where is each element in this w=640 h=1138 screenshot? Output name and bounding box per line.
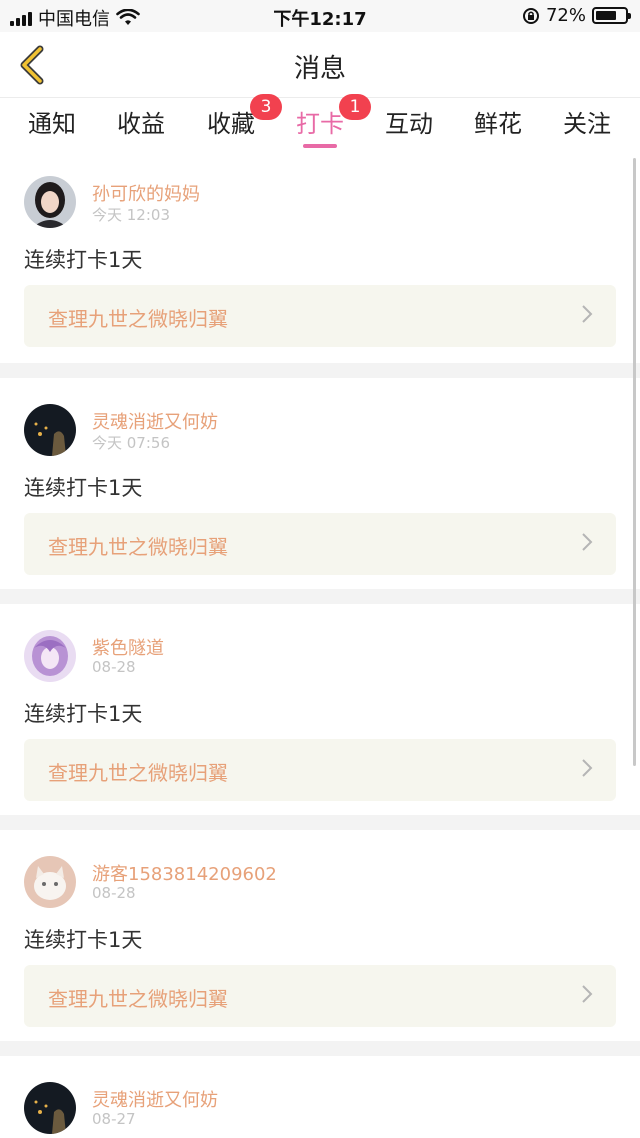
book-link[interactable]: 查理九世之微晓归翼 [24,513,616,575]
message-card: 孙可欣的妈妈 今天 12:03 连续打卡1天 查理九世之微晓归翼 [0,150,640,363]
message-text: 连续打卡1天 [24,248,143,272]
chevron-right-icon [582,533,593,551]
chevron-right-icon [582,305,593,323]
book-link[interactable]: 查理九世之微晓归翼 [24,285,616,347]
tab-label: 打卡 [296,110,344,138]
message-card: 紫色隧道 08-28 连续打卡1天 查理九世之微晓归翼 [0,604,640,815]
message-feed[interactable]: 孙可欣的妈妈 今天 12:03 连续打卡1天 查理九世之微晓归翼 灵魂消逝又何妨… [0,150,640,1138]
message-time: 今天 12:03 [92,206,170,224]
tab-checkin[interactable]: 打卡 1 [275,94,371,148]
book-link[interactable]: 查理九世之微晓归翼 [24,965,616,1027]
user-name[interactable]: 灵魂消逝又何妨 [92,408,218,434]
book-title: 查理九世之微晓归翼 [48,535,228,559]
avatar[interactable] [24,176,76,228]
battery-icon [592,7,631,24]
chevron-right-icon [582,985,593,1003]
message-time: 08-28 [92,884,136,902]
user-name[interactable]: 灵魂消逝又何妨 [92,1086,218,1112]
avatar[interactable] [24,856,76,908]
status-right: 72% [522,5,631,26]
avatar-image [24,404,76,456]
battery-percent: 72% [545,5,586,26]
rotation-lock-icon [522,7,539,24]
tab-bar: 通知 收益 收藏 3 打卡 1 互动 鲜花 关注 [0,94,640,150]
tab-favorites[interactable]: 收藏 3 [186,94,282,139]
book-title: 查理九世之微晓归翼 [48,307,228,331]
tab-flowers[interactable]: 鲜花 [453,104,543,139]
page-title: 消息 [293,54,346,84]
tab-label: 收藏 [207,110,255,138]
chevron-right-icon [582,759,593,777]
message-card: 灵魂消逝又何妨 08-27 [0,1056,640,1138]
message-text: 连续打卡1天 [24,476,143,500]
avatar[interactable] [24,630,76,682]
message-card: 游客1583814209602 08-28 连续打卡1天 查理九世之微晓归翼 [0,830,640,1041]
tab-earnings[interactable]: 收益 [96,104,186,139]
user-name[interactable]: 紫色隧道 [92,634,164,660]
tab-label: 收益 [117,110,165,138]
message-text: 连续打卡1天 [24,702,143,726]
message-time: 08-28 [92,658,136,676]
book-link[interactable]: 查理九世之微晓归翼 [24,739,616,801]
user-name[interactable]: 游客1583814209602 [92,860,277,886]
tab-notifications[interactable]: 通知 [7,104,97,139]
avatar-image [24,630,76,682]
message-time: 08-27 [92,1110,136,1128]
tab-label: 互动 [385,110,433,138]
avatar-image [24,1082,76,1134]
avatar[interactable] [24,404,76,456]
message-time: 今天 07:56 [92,434,170,452]
user-name[interactable]: 孙可欣的妈妈 [92,180,200,206]
message-text: 连续打卡1天 [24,928,143,952]
active-tab-indicator [303,144,337,148]
scrollbar[interactable] [633,158,636,766]
book-title: 查理九世之微晓归翼 [48,987,228,1011]
tab-following[interactable]: 关注 [542,104,632,139]
avatar-image [24,176,76,228]
nav-bar: 消息 [0,32,640,98]
message-card: 灵魂消逝又何妨 今天 07:56 连续打卡1天 查理九世之微晓归翼 [0,378,640,589]
tab-interactions[interactable]: 互动 [364,104,454,139]
avatar[interactable] [24,1082,76,1134]
tab-label: 通知 [28,110,76,138]
tab-label: 关注 [563,110,611,138]
book-title: 查理九世之微晓归翼 [48,761,228,785]
tab-label: 鲜花 [474,110,522,138]
status-bar: 中国电信 下午12:17 72% [0,0,640,32]
avatar-image [24,856,76,908]
